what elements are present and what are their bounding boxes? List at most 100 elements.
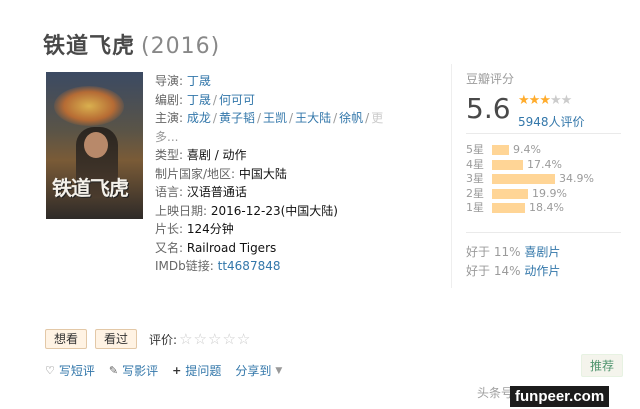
poster-title-text: 铁道飞虎 [52,176,129,200]
divider [451,64,452,288]
user-actions: 想看 看过 评价: ☆☆☆☆☆ [45,329,251,349]
star-outline-icon[interactable]: ☆ [194,330,208,348]
bar-label: 1星 [466,201,484,214]
cast-link[interactable]: 徐帆 [339,111,363,125]
writer-link[interactable]: 丁晟 [187,93,211,107]
rating-bar-row: 4星 17.4% [466,158,594,173]
recommend-button[interactable]: 推荐 [581,354,624,377]
rating-bar [492,188,528,199]
info-director: 导演: 丁晟 [155,72,445,91]
watermark-site: funpeer.com [510,386,610,407]
divider [466,232,621,233]
write-review-link[interactable]: ✎ 写影评 [109,362,158,379]
rating-title: 豆瓣评分 [466,72,515,86]
watermark-text: 头条号 [477,386,514,400]
plus-icon: + [172,364,182,377]
rating-bar-row: 2星 19.9% [466,187,594,202]
info-genre: 类型: 喜剧 / 动作 [155,146,445,165]
movie-info: 导演: 丁晟 编剧: 丁晟 / 何可可 主演: 成龙 / 黄子韬 / 王凯 / 王大陆 / 徐帆 / 更… [155,72,445,276]
better-than-link[interactable]: 喜剧片 [524,245,560,259]
country-label: 制片国家/地区: [155,166,236,181]
rating-bar-row: 5星 9.4% [466,143,594,158]
star-icon: ★ [518,93,530,108]
poster-explosion [54,86,124,126]
rating-bar [492,145,509,156]
info-country: 制片国家/地区: 中国大陆 [155,165,445,184]
rating-bar [492,203,525,214]
info-language: 语言: 汉语普通话 [155,183,445,202]
director-link[interactable]: 丁晟 [187,74,211,88]
cast-more-text[interactable]: 多... [155,130,178,144]
bar-pct: 19.9% [532,186,567,200]
rating-breakdown: 5星 9.4% 4星 17.4% 3星 34.9% 2星 19.9% 1星 18… [466,143,594,216]
bar-label: 5星 [466,143,484,156]
cast-link[interactable]: 黄子韬 [219,111,255,125]
director-label: 导演: [155,74,184,88]
info-runtime: 片长: 124分钟 [155,220,445,239]
aka-value: Railroad Tigers [186,240,277,255]
want-to-watch-button[interactable]: 想看 [45,329,88,349]
rating-bar [492,174,555,185]
poster-face [84,132,108,158]
cast-more-link[interactable]: 更 [371,111,383,125]
better-than-link[interactable]: 动作片 [524,264,560,278]
runtime-label: 片长: [155,222,184,236]
action-links: ♡ 写短评 ✎ 写影评 + 提问题 分享到 ▼ [45,362,296,379]
movie-poster[interactable]: 铁道飞虎 [46,72,143,219]
better-than: 好于 11% 喜剧片 好于 14% 动作片 [466,243,560,281]
bar-pct: 17.4% [527,157,562,171]
info-cast: 主演: 成龙 / 黄子韬 / 王凯 / 王大陆 / 徐帆 / 更 [155,111,384,125]
writer-link[interactable]: 何可可 [219,93,255,107]
info-release: 上映日期: 2016-12-23(中国大陆) [155,202,445,221]
divider [466,133,621,134]
bar-label: 3星 [466,172,484,185]
bar-pct: 9.4% [513,143,541,156]
pencil-icon: ✎ [108,364,119,377]
star-icon: ★ [539,93,551,108]
rating-bar [492,159,523,170]
cast-link[interactable]: 王大陆 [295,111,331,125]
rate-stars: ☆☆☆☆☆ [179,330,251,348]
ask-question-link[interactable]: + 提问题 [172,362,221,379]
movie-year: (2016) [141,34,221,59]
rating-score: 5.6 [466,92,511,125]
rating-votes-link[interactable]: 5948人评价 [518,113,585,130]
star-outline-icon[interactable]: ☆ [237,330,251,348]
runtime-value: 124分钟 [186,222,234,236]
caret-down-icon: ▼ [275,365,283,376]
rating-stars: ★★★★★ [518,93,572,108]
genre-label: 类型: [155,148,184,162]
star-outline-icon[interactable]: ☆ [222,330,236,348]
cast-label: 主演: [155,111,184,125]
page-title: 铁道飞虎 (2016) [43,28,220,60]
language-value: 汉语普通话 [186,185,247,199]
star-icon: ★ [528,93,541,108]
info-aka: 又名: Railroad Tigers [155,239,445,258]
star-outline-icon[interactable]: ☆ [179,330,193,348]
genre-value: 喜剧 / 动作 [186,148,247,162]
star-outline-icon[interactable]: ☆ [208,330,222,348]
rating-bar-row: 1星 18.4% [466,201,594,216]
star-icon: ★ [549,93,562,108]
cast-link[interactable]: 王凯 [263,111,287,125]
bar-label: 2星 [466,186,484,200]
imdb-link[interactable]: tt4687848 [218,259,281,273]
movie-title: 铁道飞虎 [43,34,136,59]
cast-link[interactable]: 成龙 [187,111,211,125]
rate-label: 评价: [149,332,178,347]
write-short-review-link[interactable]: ♡ 写短评 [45,362,95,379]
release-label: 上映日期: [155,203,208,218]
language-label: 语言: [155,185,184,199]
watched-button[interactable]: 看过 [95,329,138,349]
info-writer: 编剧: 丁晟 / 何可可 [155,92,255,107]
writer-label: 编剧: [155,92,184,107]
aka-label: 又名: [155,240,184,255]
info-imdb: IMDb链接: tt4687848 [155,257,445,276]
bar-pct: 34.9% [559,172,594,185]
info-cast-more: 多... [155,128,445,147]
bar-label: 4星 [466,157,484,171]
better-than-row: 好于 11% 喜剧片 [466,245,561,259]
comment-icon: ♡ [45,364,55,377]
rating-panel: 豆瓣评分 [466,70,626,87]
share-dropdown[interactable]: 分享到 ▼ [235,362,282,379]
